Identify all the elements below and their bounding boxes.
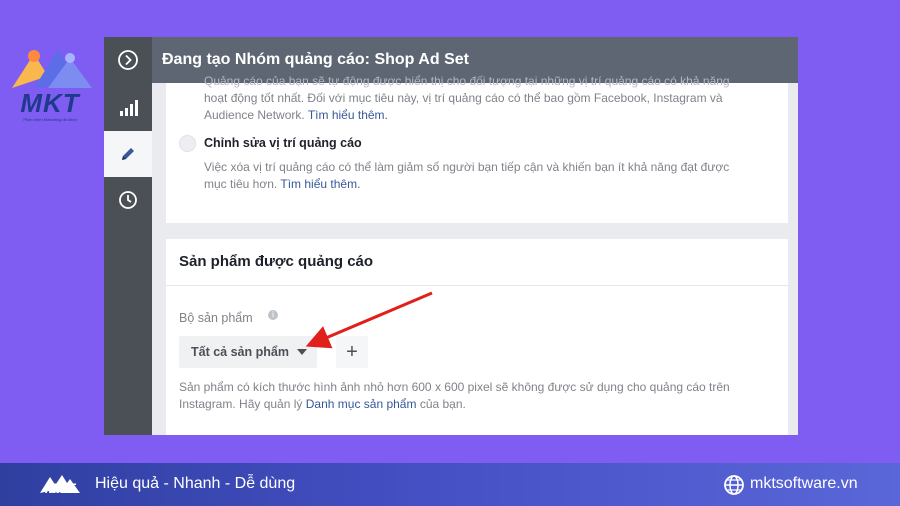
footer-slogan: Hiệu quả - Nhanh - Dễ dùng xyxy=(95,475,296,492)
footer-logo-text: MKT xyxy=(44,480,76,496)
logo-tagline: Phần mềm Marketing đa kênh xyxy=(23,117,77,122)
globe-icon xyxy=(724,475,744,495)
footer-bar: MKT Hiệu quả - Nhanh - Dễ dùng mktsoftwa… xyxy=(0,463,900,506)
website-link[interactable]: mktsoftware.vn xyxy=(750,475,858,493)
logo-text: MKT xyxy=(20,88,80,118)
ad-set-editor-screenshot: Đang tạo Nhóm quảng cáo: Shop Ad Set Quả… xyxy=(104,37,798,435)
annotation-arrow-icon xyxy=(305,291,433,349)
